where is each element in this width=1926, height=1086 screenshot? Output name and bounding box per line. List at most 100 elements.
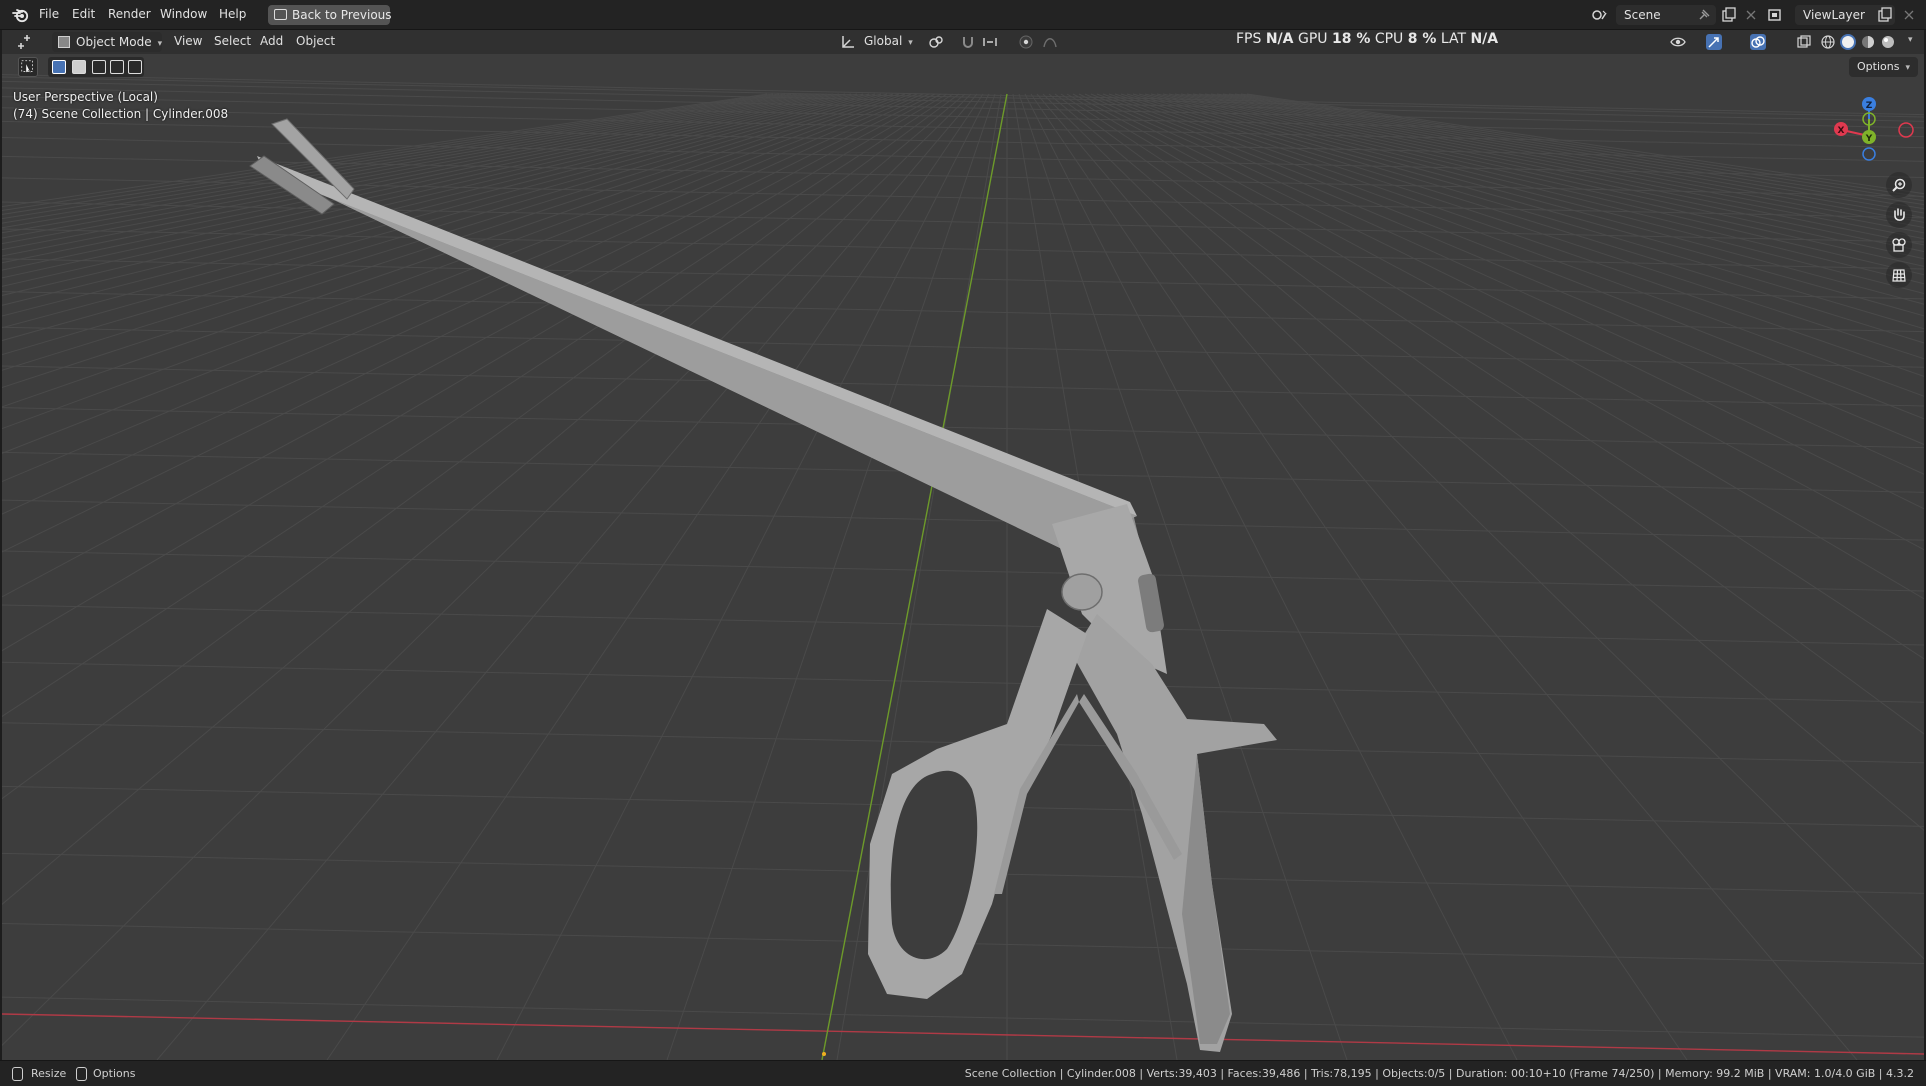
new-selection-icon[interactable] <box>52 60 66 74</box>
perf-stats: FPS N/A GPU 18 % CPU 8 % LAT N/A <box>1236 31 1498 47</box>
view-layer-browse-icon[interactable] <box>1766 6 1784 24</box>
x-axis-line <box>2 1013 1924 1055</box>
viewport-options-label: Options <box>1857 60 1900 73</box>
lat-label: LAT <box>1440 31 1467 47</box>
viewport-options-button[interactable]: Options ▾ <box>1849 57 1918 77</box>
gizmo-toggle-icon[interactable] <box>1706 34 1722 50</box>
3d-viewport[interactable]: User Perspective (Local) (74) Scene Coll… <box>2 54 1924 1060</box>
material-preview-icon[interactable] <box>1860 34 1876 50</box>
object-mode-icon <box>58 36 70 48</box>
menu-select[interactable]: Select <box>214 34 251 48</box>
overlays-toggle-icon[interactable] <box>1750 34 1766 50</box>
grid-line <box>1174 93 1924 253</box>
grid-line <box>1246 93 1924 195</box>
visibility-eye-icon[interactable] <box>1670 34 1686 50</box>
back-to-previous-button[interactable]: Back to Previous <box>268 5 392 25</box>
object-mode-dropdown[interactable]: Object Mode ▾ <box>52 32 162 52</box>
new-view-layer-icon[interactable] <box>1876 6 1894 24</box>
origin-point <box>822 1052 826 1056</box>
intersect-selection-icon[interactable] <box>128 60 142 74</box>
grid-line <box>2 93 768 208</box>
orientation-label: Global <box>864 34 903 48</box>
screen-icon <box>274 9 287 20</box>
scene-name: Scene <box>1624 8 1661 22</box>
viewport-collection-label: (74) Scene Collection | Cylinder.008 <box>13 107 229 121</box>
viewport-perspective-label: User Perspective (Local) <box>13 90 158 104</box>
orientation-dropdown[interactable]: Global ▾ <box>864 34 913 48</box>
status-info: Scene Collection | Cylinder.008 | Verts:… <box>964 1067 1914 1080</box>
editor-type-icon[interactable] <box>16 34 32 50</box>
transform-orientation-icon[interactable] <box>840 34 856 50</box>
toggle-ortho-button[interactable] <box>1886 262 1912 288</box>
grid-line <box>2 365 1924 407</box>
zoom-view-button[interactable] <box>1886 172 1912 198</box>
object-mode-label: Object Mode <box>76 35 152 49</box>
menu-file[interactable]: File <box>39 7 59 21</box>
snap-icon[interactable] <box>960 34 976 50</box>
rendered-shading-icon[interactable] <box>1880 34 1896 50</box>
delete-scene-icon[interactable] <box>1742 6 1760 24</box>
menu-object[interactable]: Object <box>296 34 335 48</box>
menu-view[interactable]: View <box>174 34 202 48</box>
cpu-label: CPU <box>1374 31 1404 47</box>
grid-line <box>1210 93 1924 219</box>
grid-line <box>1228 93 1924 206</box>
navigation-gizmo[interactable]: Z Y X <box>1824 92 1914 172</box>
menu-add[interactable]: Add <box>260 34 283 48</box>
status-options-label: Options <box>93 1067 136 1080</box>
menu-render[interactable]: Render <box>108 7 151 21</box>
viewport-header: Object Mode ▾ View Select Add Object Glob… <box>2 30 1924 54</box>
chevron-down-icon: ▾ <box>157 39 163 49</box>
gizmo-neg-z-axis[interactable] <box>1862 147 1876 161</box>
mouse-left-icon <box>12 1067 23 1081</box>
shading-options-chevron-icon[interactable]: ▾ <box>1908 35 1913 45</box>
camera-icon <box>1892 238 1906 252</box>
menu-window[interactable]: Window <box>160 7 207 21</box>
snap-target-icon[interactable] <box>982 34 998 50</box>
invert-selection-icon[interactable] <box>110 60 124 74</box>
grid-line <box>2 996 1924 1038</box>
grid-line <box>2 93 828 257</box>
view-layer-name: ViewLayer <box>1803 8 1865 22</box>
select-tool-button[interactable] <box>18 57 38 77</box>
grid-line <box>2 499 1924 541</box>
grid-line <box>1216 93 1924 214</box>
camera-view-button[interactable] <box>1886 232 1912 258</box>
menu-help[interactable]: Help <box>219 7 246 21</box>
grid-line <box>2 80 1924 122</box>
gizmo-x-label: X <box>1838 126 1845 136</box>
zoom-icon <box>1892 178 1906 192</box>
grid-icon <box>1892 269 1906 282</box>
new-scene-icon[interactable] <box>1720 6 1738 24</box>
grid-line <box>2 201 1924 243</box>
grid-line <box>2 661 1924 703</box>
menu-edit[interactable]: Edit <box>72 7 95 21</box>
blender-logo-icon[interactable] <box>12 7 30 23</box>
grid-line <box>2 74 1924 116</box>
grid-line <box>2 604 1924 646</box>
grid-line <box>156 93 978 1060</box>
delete-view-layer-icon[interactable] <box>1900 6 1918 24</box>
falloff-icon[interactable] <box>1042 34 1058 50</box>
extend-selection-icon[interactable] <box>72 60 86 74</box>
viewport-canvas[interactable] <box>2 54 1924 1060</box>
subtract-selection-icon[interactable] <box>92 60 106 74</box>
grid-line <box>2 550 1924 592</box>
pivot-point-icon[interactable] <box>928 34 944 50</box>
gizmo-neg-x-axis[interactable] <box>1898 122 1914 138</box>
grid-line <box>2 93 822 251</box>
pin-icon[interactable] <box>1695 6 1713 24</box>
fps-value: N/A <box>1265 31 1294 47</box>
selection-mode-buttons <box>48 57 144 77</box>
pan-view-button[interactable] <box>1886 202 1912 228</box>
proportional-editing-icon[interactable] <box>1018 34 1034 50</box>
grid-line <box>2 93 804 234</box>
wireframe-shading-icon[interactable] <box>1820 34 1836 50</box>
xray-toggle-icon[interactable] <box>1796 34 1812 50</box>
instrument-model[interactable] <box>249 118 1277 1052</box>
grid-line <box>2 326 1924 368</box>
grid-line <box>1036 93 1858 1060</box>
scene-browse-icon[interactable] <box>1590 6 1608 24</box>
fps-label: FPS <box>1236 31 1262 47</box>
solid-shading-icon[interactable] <box>1840 34 1856 50</box>
